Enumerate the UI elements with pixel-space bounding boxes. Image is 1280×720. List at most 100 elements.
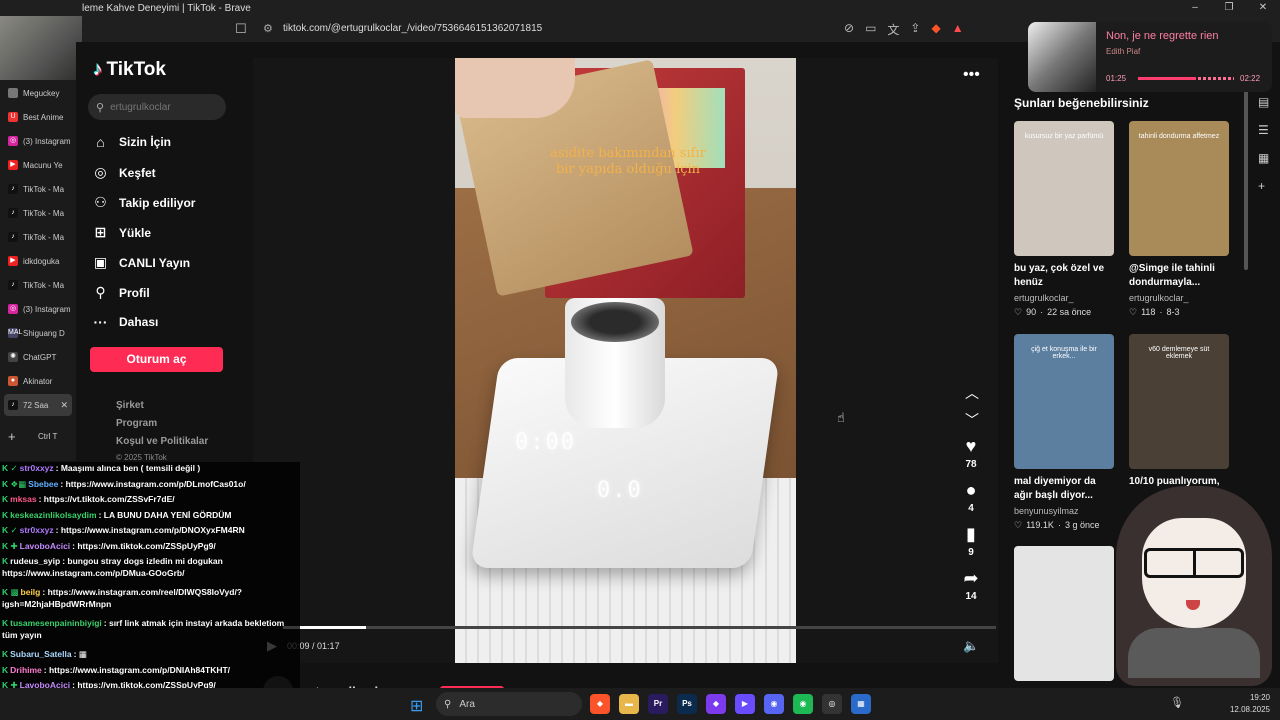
video-title[interactable]: bu yaz, çok özel ve henüz keşfedilmem... [1014, 262, 1114, 290]
bookmark-icon[interactable]: ☐ [235, 21, 247, 37]
video-progress-bar[interactable] [283, 626, 996, 629]
share-icon[interactable]: ⇪ [910, 21, 920, 38]
obs-app-icon[interactable]: ◎ [822, 694, 842, 714]
video-title[interactable]: @Simge ile tahinli dondurmayla... [1129, 262, 1229, 290]
vertical-tab[interactable]: ● Akinator [4, 370, 72, 392]
close-window-button[interactable]: ✕ [1246, 0, 1280, 16]
chat-username[interactable]: rudeus_syip [10, 556, 60, 566]
like-icon[interactable]: ♥ [957, 436, 985, 457]
url-field[interactable]: tiktok.com/@ertugrulkoclar_/video/753664… [283, 23, 542, 34]
chat-username[interactable]: tusamesenpaininbiyigi [10, 618, 102, 628]
vertical-tab[interactable]: ▶ Macunu Ye [4, 154, 72, 176]
nav-item-6[interactable]: ··· Dahası [92, 314, 159, 330]
vertical-tab[interactable]: ▶ idkdoguka [4, 250, 72, 272]
nav-item-5[interactable]: ⚲ Profil [92, 284, 149, 301]
footer-terms-link[interactable]: Koşul ve Politikalar [116, 436, 208, 447]
vertical-tab[interactable]: ♪ TikTok - Ma [4, 202, 72, 224]
chat-username[interactable]: str0xxyz [20, 463, 54, 473]
nav-item-3[interactable]: ⊞ Yükle [92, 224, 151, 241]
search-input[interactable] [110, 101, 211, 113]
premiere-app-icon[interactable]: Pr [648, 694, 668, 714]
search-box[interactable]: ⚲ [88, 94, 226, 120]
page-scrollbar[interactable] [1244, 90, 1248, 270]
brave-shields-icon[interactable]: ◆ [931, 21, 940, 38]
comment-icon[interactable]: ● [957, 480, 985, 501]
vertical-tab[interactable]: Meguckey [4, 82, 72, 104]
more-options-icon[interactable]: ••• [963, 66, 980, 84]
next-video-icon[interactable]: ﹀ [965, 410, 979, 430]
chat-username[interactable]: Drihime [10, 665, 42, 675]
stream-app-icon[interactable]: ▶ [735, 694, 755, 714]
vertical-tab[interactable]: ✺ ChatGPT [4, 346, 72, 368]
photoshop-app-icon[interactable]: Ps [677, 694, 697, 714]
windows-start-icon[interactable]: ⊞ [410, 696, 423, 716]
taskbar-search[interactable]: ⚲ Ara [436, 692, 582, 716]
brave-app-icon[interactable]: ◆ [590, 694, 610, 714]
minimize-button[interactable]: – [1178, 0, 1212, 16]
chat-username[interactable]: keskeazinlikolsaydim [10, 510, 96, 520]
footer-program-link[interactable]: Program [116, 418, 157, 429]
recommended-video[interactable]: tahinli dondurma affetmez @Simge ile tahi… [1129, 121, 1229, 318]
nav-item-0[interactable]: ⌂ Sizin İçin [92, 134, 171, 150]
vertical-tab[interactable]: ♪ TikTok - Ma [4, 178, 72, 200]
chat-username[interactable]: LavoboAcici [20, 541, 71, 551]
bookmarks-panel-icon[interactable]: ▦ [1258, 151, 1269, 165]
recommended-video[interactable]: kusursuz bir yaz parfümü bu yaz, çok özel… [1014, 121, 1114, 318]
video-author[interactable]: benyunusyilmaz [1014, 506, 1114, 516]
vertical-tab[interactable]: ◎ (3) Instagram [4, 130, 72, 152]
brave-rewards-icon[interactable]: ▲ [952, 21, 964, 38]
video-thumbnail[interactable] [1014, 546, 1114, 681]
vertical-tab[interactable]: U Best Anime [4, 106, 72, 128]
taskbar-clock[interactable]: 19:20 12.08.2025 [1226, 692, 1270, 716]
chat-username[interactable]: mksas [10, 494, 36, 504]
video-thumbnail[interactable]: kusursuz bir yaz parfümü [1014, 121, 1114, 256]
share-action[interactable]: ➦ 14 [957, 568, 985, 602]
video-thumbnail[interactable]: çiğ et konuşma ile bir erkek... [1014, 334, 1114, 469]
nav-item-2[interactable]: ⚇ Takip ediliyor [92, 194, 195, 211]
recommended-video[interactable] [1014, 546, 1114, 681]
tracker-icon[interactable]: ⊘ [844, 21, 854, 38]
new-tab-button[interactable]: + [8, 429, 16, 444]
recommended-video[interactable]: çiğ et konuşma ile bir erkek... mal diyem… [1014, 334, 1114, 531]
footer-company-link[interactable]: Şirket [116, 400, 144, 411]
vertical-tab[interactable]: ◎ (3) Instagram [4, 298, 72, 320]
tiktok-logo[interactable]: ♪ TikTok [93, 59, 166, 81]
spotify-app-icon[interactable]: ◉ [793, 694, 813, 714]
vertical-tab[interactable]: MAL Shiguang D [4, 322, 72, 344]
site-info-icon[interactable]: ⚙ [263, 22, 273, 35]
save-icon[interactable]: ▮ [957, 524, 985, 545]
files-app-icon[interactable]: ▬ [619, 694, 639, 714]
microphone-icon[interactable]: 🎙 [1170, 696, 1184, 709]
obsidian-app-icon[interactable]: ◆ [706, 694, 726, 714]
video-author[interactable]: ertugrulkoclar_ [1129, 293, 1229, 303]
save-action[interactable]: ▮ 9 [957, 524, 985, 558]
discord-app-icon[interactable]: ◉ [764, 694, 784, 714]
maximize-button[interactable]: ❐ [1212, 0, 1246, 16]
chat-username[interactable]: Sbebee [28, 479, 58, 489]
previous-video-icon[interactable]: ︿ [965, 383, 979, 403]
nav-item-1[interactable]: ◎ Keşfet [92, 164, 155, 181]
add-panel-icon[interactable]: + [1258, 179, 1269, 193]
vertical-tab[interactable]: ♪ TikTok - Ma [4, 226, 72, 248]
nav-item-4[interactable]: ▣ CANLI Yayın [92, 254, 190, 271]
volume-icon[interactable]: 🔈 [963, 638, 979, 654]
translate-icon[interactable]: 文 [887, 21, 899, 38]
video-frame[interactable]: 0:00 0.0 asidite bakımından sıfır bir ya… [455, 58, 796, 663]
chat-username[interactable]: beilg [21, 587, 41, 597]
reading-list-icon[interactable]: ☰ [1258, 123, 1269, 137]
video-thumbnail[interactable]: tahinli dondurma affetmez [1129, 121, 1229, 256]
cast-icon[interactable]: ▭ [865, 21, 876, 38]
share-icon[interactable]: ➦ [957, 568, 985, 589]
chat-username[interactable]: str0xxyz [20, 525, 54, 535]
vertical-tab[interactable]: ♪ 72 Saa ✕ [4, 394, 72, 416]
app-app-icon[interactable]: ▦ [851, 694, 871, 714]
close-tab-icon[interactable]: ✕ [60, 400, 68, 411]
login-button[interactable]: Oturum aç [90, 347, 223, 372]
video-title[interactable]: mal diyemiyor da ağır başlı diyor... [1014, 475, 1114, 503]
comment-action[interactable]: ● 4 [957, 480, 985, 514]
like-action[interactable]: ♥ 78 [957, 436, 985, 470]
vertical-tab[interactable]: ♪ TikTok - Ma [4, 274, 72, 296]
video-thumbnail[interactable]: v60 demlemeye süt eklemek [1129, 334, 1229, 469]
chat-username[interactable]: Subaru_Satella [10, 649, 71, 659]
wallet-icon[interactable]: ▤ [1258, 95, 1269, 109]
